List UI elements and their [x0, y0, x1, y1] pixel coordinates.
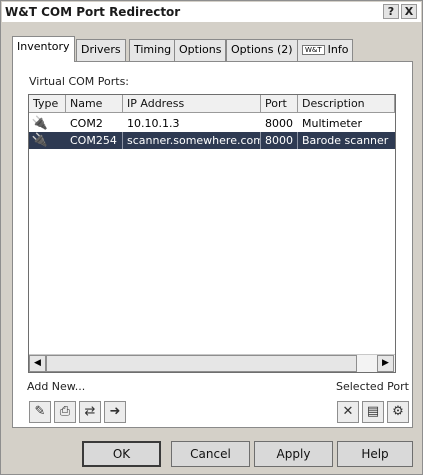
- tab-inventory[interactable]: Inventory: [12, 36, 75, 62]
- com-port-list[interactable]: Type Name IP Address Port Description 🔌 …: [28, 94, 396, 373]
- list-header: Type Name IP Address Port Description: [29, 95, 395, 113]
- port-ip: scanner.somewhere.com: [123, 132, 261, 149]
- tab-timing[interactable]: Timing: [129, 39, 177, 61]
- cancel-button[interactable]: Cancel: [171, 441, 250, 467]
- horizontal-scrollbar[interactable]: ◀ ▶: [29, 354, 395, 372]
- column-header-type[interactable]: Type: [29, 95, 66, 113]
- help-title-button[interactable]: ?: [383, 4, 399, 19]
- port-name: COM2: [70, 117, 103, 130]
- port-number: 8000: [265, 117, 293, 130]
- selected-port-label: Selected Port: [336, 380, 409, 393]
- add-redirect-icon[interactable]: ➜: [104, 401, 126, 423]
- properties-icon[interactable]: ▤: [362, 401, 384, 423]
- add-printer-icon[interactable]: ⎙: [54, 401, 76, 423]
- add-network-device-icon[interactable]: ⇄: [79, 401, 101, 423]
- port-name: COM254: [66, 132, 123, 149]
- delete-icon[interactable]: ✕: [337, 401, 359, 423]
- window-title: W&T COM Port Redirector: [5, 5, 181, 19]
- inventory-panel: Virtual COM Ports: Type Name IP Address …: [12, 61, 413, 428]
- port-number: 8000: [261, 132, 298, 149]
- ok-button[interactable]: OK: [82, 441, 161, 467]
- port-ip: 10.10.1.3: [127, 117, 180, 130]
- help-button[interactable]: Help: [337, 441, 413, 467]
- tab-drivers[interactable]: Drivers: [76, 39, 126, 61]
- port-description: Multimeter: [302, 117, 362, 130]
- scroll-left-icon[interactable]: ◀: [29, 355, 46, 372]
- port-settings-icon[interactable]: ⚙: [387, 401, 409, 423]
- apply-button[interactable]: Apply: [254, 441, 333, 467]
- wt-logo-icon: W&T: [302, 45, 325, 55]
- table-row[interactable]: 🔌 COM2 10.10.1.3 8000 Multimeter: [29, 115, 395, 132]
- add-new-label: Add New...: [27, 380, 86, 393]
- tab-options[interactable]: Options: [174, 39, 227, 61]
- column-header-ip-address[interactable]: IP Address: [123, 95, 261, 113]
- tab-options-2[interactable]: Options (2): [226, 39, 298, 61]
- column-header-description[interactable]: Description: [298, 95, 395, 113]
- close-button[interactable]: X: [401, 4, 417, 19]
- dialog-window: W&T COM Port Redirector ? X Inventory Dr…: [0, 0, 423, 475]
- column-header-name[interactable]: Name: [66, 95, 123, 113]
- tab-info[interactable]: W&T Info: [297, 39, 354, 61]
- virtual-com-ports-label: Virtual COM Ports:: [29, 75, 130, 88]
- scroll-right-icon[interactable]: ▶: [377, 355, 394, 372]
- add-serial-port-icon[interactable]: ✎: [29, 401, 51, 423]
- port-description: Barode scanner: [302, 134, 389, 147]
- title-bar[interactable]: W&T COM Port Redirector ? X: [2, 2, 421, 22]
- scrollbar-thumb[interactable]: [46, 355, 357, 372]
- serial-plug-icon: 🔌: [31, 133, 49, 148]
- column-header-port[interactable]: Port: [261, 95, 298, 113]
- serial-plug-icon: 🔌: [31, 116, 49, 131]
- table-row-selected[interactable]: 🔌 COM254 scanner.somewhere.com 8000 Baro…: [29, 132, 395, 149]
